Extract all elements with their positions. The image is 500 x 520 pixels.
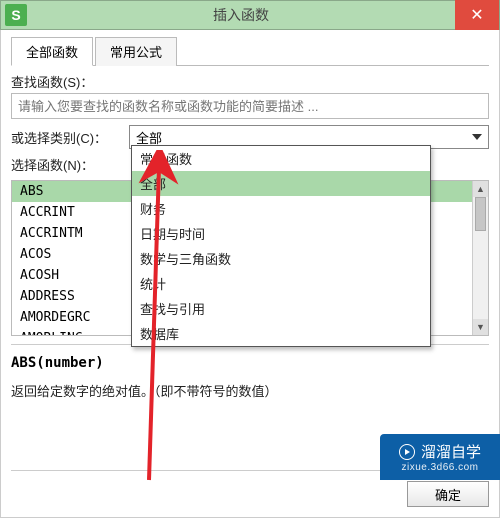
dropdown-item[interactable]: 日期与时间 (132, 221, 430, 246)
button-row: 确定 (407, 481, 489, 507)
scroll-up-icon[interactable]: ▲ (473, 181, 488, 197)
dropdown-item[interactable]: 查找与引用 (132, 296, 430, 321)
watermark: 溜溜自学 zixue.3d66.com (380, 434, 500, 480)
dropdown-item[interactable]: 数学与三角函数 (132, 246, 430, 271)
category-value: 全部 (136, 128, 162, 147)
category-dropdown[interactable]: 常用函数 全部 财务 日期与时间 数学与三角函数 统计 查找与引用 数据库 (131, 145, 431, 347)
dropdown-item[interactable]: 全部 (132, 171, 430, 196)
dropdown-item[interactable]: 常用函数 (132, 146, 430, 171)
chevron-down-icon (472, 134, 482, 140)
search-row: 查找函数(S)： (11, 72, 489, 119)
window-title: 插入函数 (27, 5, 455, 25)
dropdown-item[interactable]: 财务 (132, 196, 430, 221)
close-button[interactable]: ✕ (455, 0, 499, 30)
ok-button[interactable]: 确定 (407, 481, 489, 507)
dropdown-item[interactable]: 数据库 (132, 321, 430, 346)
dropdown-item[interactable]: 统计 (132, 271, 430, 296)
tab-all-functions[interactable]: 全部函数 (11, 37, 93, 66)
scroll-thumb[interactable] (475, 197, 486, 231)
function-signature: ABS(number) (11, 355, 489, 371)
tab-common-formula[interactable]: 常用公式 (95, 37, 177, 66)
title-bar: S 插入函数 ✕ (0, 0, 500, 30)
watermark-brand: 溜溜自学 (421, 441, 481, 462)
category-label: 或选择类别(C)： (11, 128, 129, 147)
search-input[interactable] (11, 93, 489, 119)
close-icon: ✕ (470, 5, 483, 25)
scroll-down-icon[interactable]: ▼ (473, 319, 488, 335)
watermark-url: zixue.3d66.com (401, 462, 478, 473)
app-logo: S (5, 4, 27, 26)
search-label: 查找函数(S)： (11, 72, 489, 91)
play-icon (399, 444, 415, 460)
function-description: 返回给定数字的绝对值。（即不带符号的数值） (11, 381, 489, 400)
tab-strip: 全部函数 常用公式 (11, 36, 489, 66)
scrollbar[interactable]: ▲ ▼ (472, 181, 488, 335)
